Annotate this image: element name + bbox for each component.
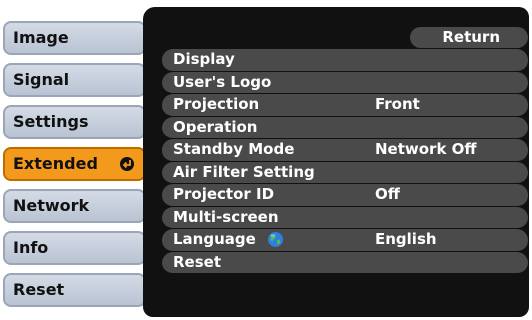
menu-item-value: Front: [375, 95, 420, 113]
menu-item-label: Operation: [173, 117, 258, 136]
menu-item-operation[interactable]: Operation: [162, 116, 528, 139]
tab-settings[interactable]: Settings: [3, 105, 146, 139]
menu-item-projection[interactable]: Projection Front: [162, 94, 528, 117]
menu-item-users-logo[interactable]: User's Logo: [162, 71, 528, 94]
tab-network[interactable]: Network: [3, 189, 146, 223]
tab-label: Settings: [13, 112, 89, 131]
projector-menu: Image Signal Settings Extended Network I…: [0, 0, 532, 320]
menu-item-standby-mode[interactable]: Standby Mode Network Off: [162, 139, 528, 162]
tab-extended[interactable]: Extended: [3, 147, 146, 181]
enter-icon: [120, 157, 134, 171]
menu-item-label: Standby Mode: [173, 140, 295, 158]
menu-item-value: Off: [375, 185, 400, 203]
tab-signal[interactable]: Signal: [3, 63, 146, 97]
menu-item-label: Air Filter Setting: [173, 162, 315, 181]
menu-tabs: Image Signal Settings Extended Network I…: [0, 0, 150, 320]
tab-image[interactable]: Image: [3, 21, 146, 55]
return-label: Return: [442, 28, 500, 46]
settings-panel: Return Display User's Logo Projection Fr…: [143, 7, 529, 317]
tab-reset[interactable]: Reset: [3, 273, 146, 307]
menu-item-language[interactable]: Language English: [162, 229, 528, 252]
menu-item-label: Language: [173, 230, 256, 248]
tab-label: Info: [13, 238, 49, 257]
tab-label: Extended: [13, 154, 98, 173]
menu-item-label: User's Logo: [173, 72, 272, 91]
menu-item-label: Reset: [173, 252, 221, 271]
tab-label: Reset: [13, 280, 65, 299]
tab-info[interactable]: Info: [3, 231, 146, 265]
tab-label: Network: [13, 196, 90, 215]
menu-item-reset[interactable]: Reset: [162, 251, 528, 274]
menu-list: Display User's Logo Projection Front Ope…: [162, 49, 528, 274]
menu-item-label: Projection: [173, 95, 260, 113]
menu-item-projector-id[interactable]: Projector ID Off: [162, 184, 528, 207]
return-button[interactable]: Return: [410, 27, 528, 48]
menu-item-multi-screen[interactable]: Multi-screen: [162, 206, 528, 229]
tab-label: Signal: [13, 70, 70, 89]
menu-item-display[interactable]: Display: [162, 49, 528, 72]
tab-label: Image: [13, 28, 69, 47]
globe-icon: [268, 232, 283, 247]
menu-item-label: Projector ID: [173, 185, 275, 203]
menu-item-label: Multi-screen: [173, 207, 279, 226]
menu-item-label: Display: [173, 50, 235, 68]
menu-item-value: English: [375, 230, 437, 248]
menu-item-value: Network Off: [375, 140, 477, 158]
menu-item-air-filter-setting[interactable]: Air Filter Setting: [162, 161, 528, 184]
